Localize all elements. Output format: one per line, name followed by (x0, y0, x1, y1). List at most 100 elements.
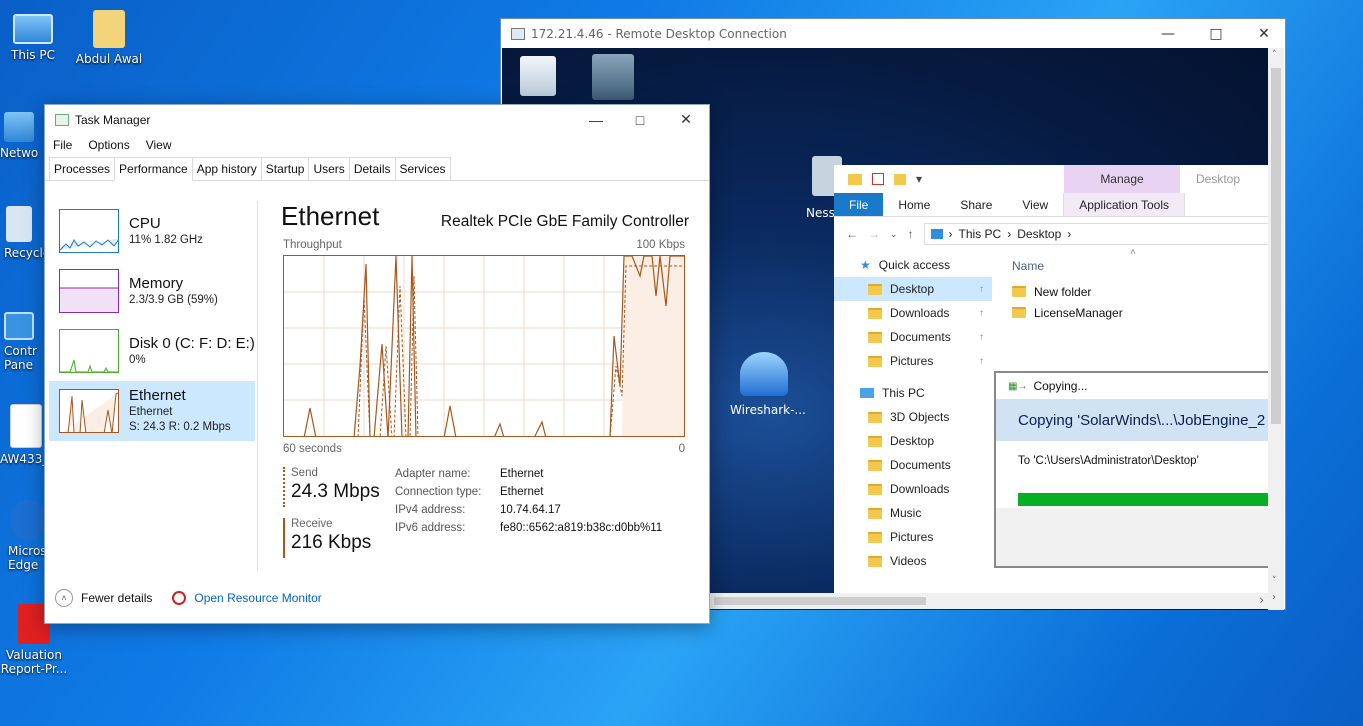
folder-icon (868, 459, 882, 471)
file-row[interactable]: New folder (994, 281, 1270, 302)
nav-item[interactable]: Videos (834, 549, 992, 573)
network-icon (4, 112, 34, 142)
recycle-bin-icon (6, 206, 32, 242)
ribbon-tab-view[interactable]: View (1007, 193, 1063, 216)
rdp-vertical-scrollbar[interactable]: ˄ ˅ › (1268, 48, 1284, 610)
wireshark-icon[interactable] (740, 352, 788, 396)
rdp-recycle-bin-icon[interactable] (520, 56, 556, 96)
manage-tab[interactable]: Manage (1064, 165, 1180, 193)
tm-minimize-button[interactable]: — (573, 105, 619, 134)
rdp-minimize-button[interactable]: — (1145, 19, 1191, 48)
wireshark-label: Wireshark-... (730, 403, 806, 417)
sidebar-item-cpu[interactable]: CPU 11% 1.82 GHz (49, 201, 255, 261)
tm-close-button[interactable]: ✕ (663, 105, 709, 134)
nav-item[interactable]: Documents ↑ (834, 325, 992, 349)
nav-item[interactable]: Desktop (834, 429, 992, 453)
nav-item-label: Quick access (878, 258, 951, 272)
folder-icon (868, 331, 882, 343)
nav-item[interactable]: Documents (834, 453, 992, 477)
scroll-right-icon[interactable]: › (1272, 592, 1276, 603)
tab-details[interactable]: Details (348, 157, 396, 180)
tm-tabs: Processes Performance App history Startu… (45, 157, 709, 181)
scrollbar-thumb[interactable] (1271, 68, 1281, 424)
nav-item[interactable]: Downloads (834, 477, 992, 501)
nav-item[interactable]: ★ Quick access (834, 253, 992, 277)
file-explorer-window[interactable]: ▾ Manage Desktop File Home Share View Ap… (834, 165, 1270, 609)
up-arrow-icon[interactable]: ↑ (908, 227, 914, 241)
nav-item-label: Desktop (890, 282, 935, 296)
copy-dialog-titlebar[interactable]: ▦→ Copying... (996, 373, 1268, 399)
pin-icon: ↑ (979, 283, 984, 295)
sidebar-item-memory[interactable]: Memory 2.3/3.9 GB (59%) (49, 261, 255, 321)
detail-value: Ethernet (500, 468, 544, 480)
tab-app-history[interactable]: App history (191, 157, 262, 180)
breadcrumb-this-pc[interactable]: This PC (959, 227, 1002, 241)
divider (257, 201, 258, 571)
menu-options[interactable]: Options (88, 138, 129, 152)
ribbon-tab-file[interactable]: File (834, 193, 884, 216)
desktop-icon-user-folder[interactable]: Abdul Awal (74, 10, 144, 66)
recent-locations-icon[interactable]: ⌄ (890, 229, 898, 240)
fewer-details-link[interactable]: Fewer details (81, 591, 152, 605)
copy-destination: To 'C:\Users\Administrator\Desktop' (1018, 455, 1199, 467)
explorer-horizontal-scrollbar[interactable]: › (710, 593, 1270, 609)
desktop-icon-this-pc[interactable]: This PC (0, 10, 68, 62)
tab-services[interactable]: Services (394, 157, 451, 180)
folder-icon[interactable] (848, 173, 862, 185)
computer-icon (13, 14, 53, 44)
nav-item-label: Desktop (890, 434, 935, 448)
navigation-pane[interactable]: ★ Quick access Desktop ↑ Downloads ↑ Documents… (834, 251, 992, 609)
scroll-right-icon[interactable]: › (1259, 593, 1264, 607)
properties-icon[interactable] (872, 173, 884, 185)
nav-item[interactable]: This PC (834, 381, 992, 405)
tm-maximize-button[interactable]: □ (617, 105, 663, 134)
chevron-up-icon[interactable]: ˄ (55, 589, 73, 607)
back-arrow-icon[interactable]: ← (846, 227, 858, 241)
pin-icon: ↑ (979, 307, 984, 319)
nav-item[interactable]: 3D Objects (834, 405, 992, 429)
nav-item[interactable]: Desktop ↑ (834, 277, 992, 301)
sidebar-detail: S: 24.3 R: 0.2 Mbps (129, 421, 231, 433)
sidebar-item-disk[interactable]: Disk 0 (C: F: D: E:) 0% (49, 321, 255, 381)
nav-item-label: Pictures (890, 530, 934, 544)
throughput-graph (283, 255, 685, 437)
rdp-close-button[interactable]: ✕ (1241, 19, 1287, 48)
tab-processes[interactable]: Processes (49, 157, 116, 180)
send-label: Send (291, 467, 318, 479)
new-folder-icon[interactable] (894, 173, 906, 185)
nav-item[interactable]: Pictures ↑ (834, 349, 992, 373)
ribbon-tab-share[interactable]: Share (945, 193, 1007, 216)
forward-arrow-icon[interactable]: → (868, 227, 880, 241)
ribbon-tab-home[interactable]: Home (883, 193, 945, 216)
scroll-down-icon[interactable]: ˅ (1272, 576, 1277, 586)
nav-item-label: 3D Objects (890, 410, 950, 424)
tab-users[interactable]: Users (308, 157, 350, 180)
file-row[interactable]: LicenseManager (994, 302, 1270, 323)
address-bar[interactable]: › This PC › Desktop › (923, 223, 1270, 245)
rdp-maximize-button[interactable]: □ (1193, 19, 1239, 48)
time-span-label: 60 seconds (283, 443, 342, 455)
ribbon-tab-application-tools[interactable]: Application Tools (1063, 193, 1186, 216)
sidebar-item-ethernet[interactable]: Ethernet Ethernet S: 24.3 R: 0.2 Mbps (49, 381, 255, 441)
task-manager-icon (55, 114, 69, 126)
task-manager-title: Task Manager (75, 113, 151, 127)
nav-item[interactable]: Downloads ↑ (834, 301, 992, 325)
open-resource-monitor-link[interactable]: Open Resource Monitor (194, 591, 321, 605)
rdp-installer-icon[interactable] (592, 54, 634, 100)
menu-file[interactable]: File (53, 138, 72, 152)
adapter-details: Adapter name: Ethernet Connection type: Et… (395, 465, 662, 537)
tab-startup[interactable]: Startup (260, 157, 310, 180)
menu-view[interactable]: View (146, 138, 172, 152)
scroll-up-icon[interactable]: ˄ (1272, 50, 1277, 60)
nav-item[interactable]: Pictures (834, 525, 992, 549)
folder-icon (93, 10, 125, 48)
task-manager-window[interactable]: Task Manager — □ ✕ File Options View Pro… (44, 104, 710, 624)
customize-toolbar-icon[interactable]: ▾ (916, 172, 922, 186)
tab-performance[interactable]: Performance (114, 157, 193, 181)
copy-progress-dialog[interactable]: ▦→ Copying... Copying 'SolarWinds\...\Jo… (994, 371, 1270, 568)
nav-item[interactable]: Music (834, 501, 992, 525)
nav-item-label: Downloads (890, 482, 950, 496)
scrollbar-thumb[interactable] (714, 597, 926, 605)
breadcrumb-desktop[interactable]: Desktop (1017, 227, 1061, 241)
nav-item-label: Pictures (890, 354, 934, 368)
